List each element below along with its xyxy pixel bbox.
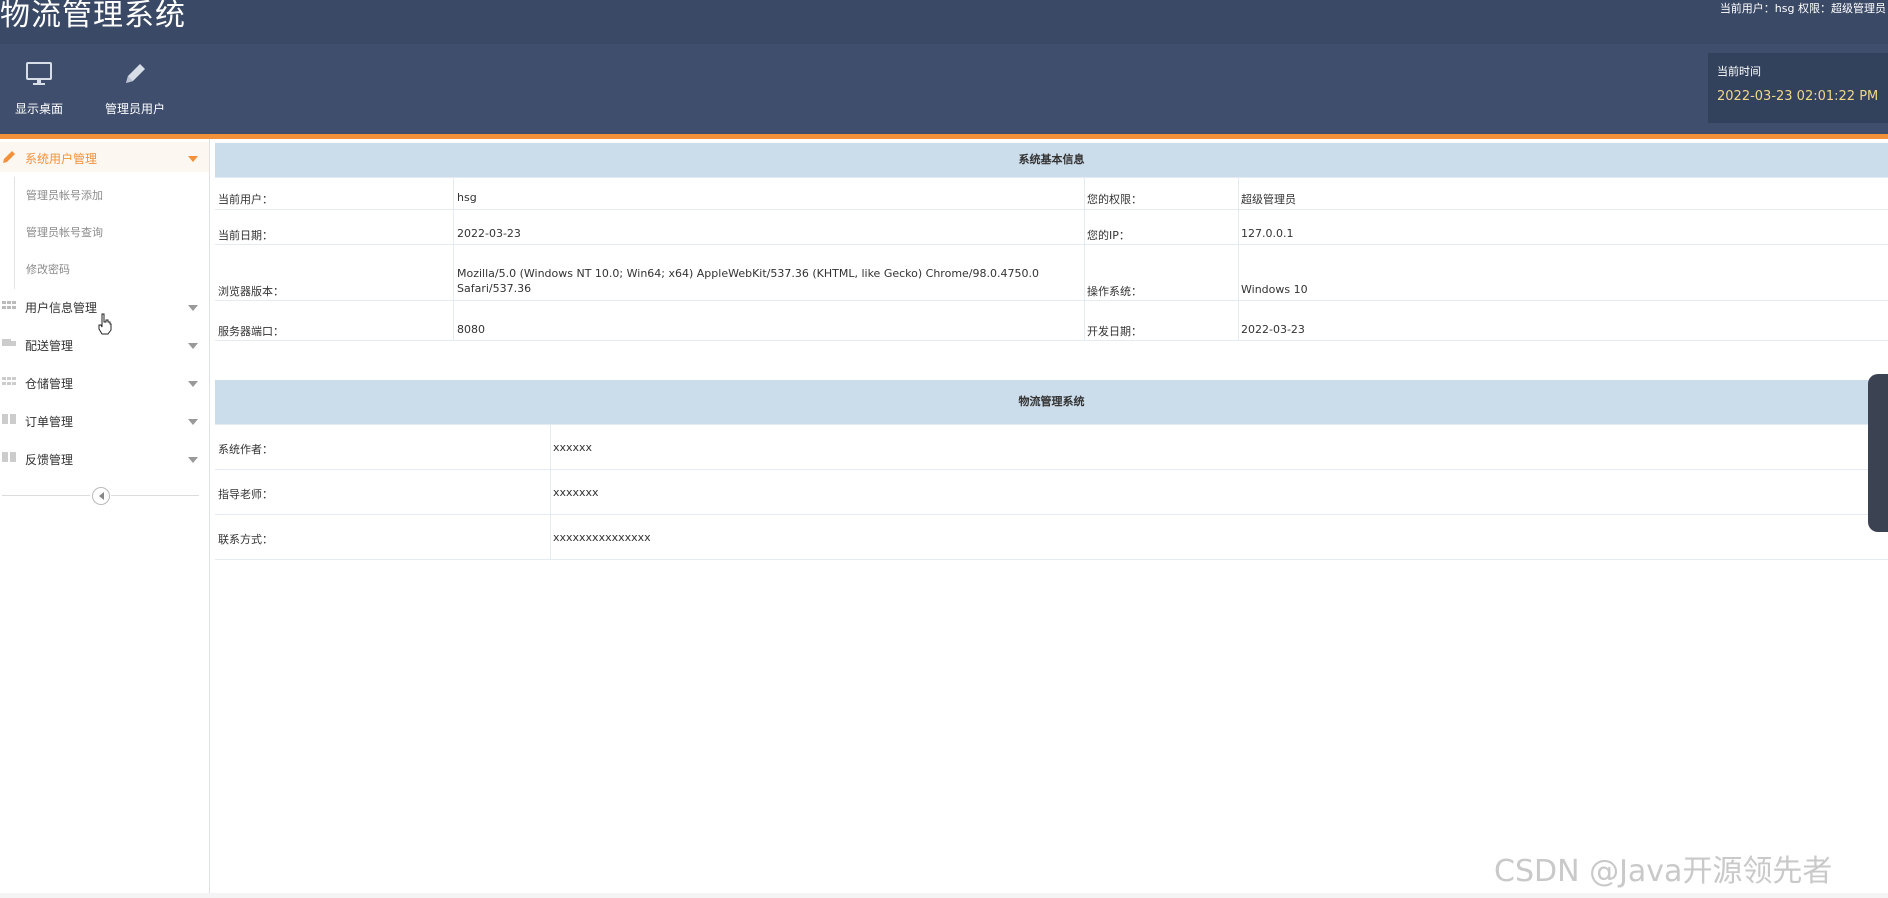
menu-label: 反馈管理 [25, 453, 74, 467]
submenu-admin-query[interactable]: 管理员帐号查询 [26, 224, 103, 240]
os-label: 操作系统： [1087, 285, 1142, 298]
hand-cursor-icon [98, 313, 112, 335]
menu-label: 用户信息管理 [25, 301, 98, 315]
menu-label: 配送管理 [25, 339, 74, 353]
current-user-value: hsg [457, 191, 477, 204]
contact-label: 联系方式： [218, 533, 273, 546]
col-divider [453, 177, 454, 340]
show-desktop-button[interactable]: 显示桌面 [0, 58, 84, 118]
collapse-sidebar-button[interactable] [92, 487, 110, 505]
row-divider [215, 340, 1888, 341]
truck-icon [2, 339, 16, 346]
contact-value: xxxxxxxxxxxxxxx [553, 531, 651, 544]
row-divider [215, 177, 1888, 178]
current-user-label: 当前用户： [218, 193, 273, 206]
watermark: CSDN @Java开源领先者 [1494, 854, 1833, 889]
submenu-change-password[interactable]: 修改密码 [26, 261, 70, 277]
col-divider [1084, 177, 1085, 340]
menu-label: 系统用户管理 [25, 152, 98, 166]
grid-icon [2, 377, 16, 385]
chevron-down-icon [188, 156, 198, 162]
menu-feedback[interactable]: 反馈管理 [0, 443, 209, 473]
chevron-down-icon [188, 305, 198, 311]
user-info: 当前用户：hsg 权限：超级管理员 [1719, 2, 1886, 15]
browser-label: 浏览器版本： [218, 285, 284, 298]
row-divider [215, 469, 1888, 470]
current-date-value: 2022-03-23 [457, 227, 521, 240]
floating-toolbar[interactable] [1868, 374, 1888, 532]
advisor-label: 指导老师： [218, 488, 273, 501]
server-port-value: 8080 [457, 323, 485, 336]
time-label: 当前时间 [1717, 65, 1761, 78]
browser-value-line1: Mozilla/5.0 (Windows NT 10.0; Win64; x64… [457, 267, 1039, 280]
about-panel: 物流管理系统 系统作者： xxxxxx 指导老师： xxxxxxx 联系方式： … [215, 380, 1888, 560]
advisor-value: xxxxxxx [553, 486, 599, 499]
admin-user-button[interactable]: 管理员用户 [90, 58, 180, 118]
grid-icon [2, 301, 16, 309]
pencil-icon [3, 151, 15, 163]
row-divider [215, 559, 1888, 560]
header-top [0, 0, 1888, 44]
os-value: Windows 10 [1241, 283, 1308, 296]
dev-date-value: 2022-03-23 [1241, 323, 1305, 336]
ip-value: 127.0.0.1 [1241, 227, 1294, 240]
row-divider [215, 300, 1888, 301]
permission-label: 您的权限： [1087, 193, 1142, 206]
menu-system-user[interactable]: 系统用户管理 [0, 142, 209, 172]
bottom-strip [0, 893, 1888, 898]
sidebar [0, 139, 210, 898]
menu-label: 订单管理 [25, 415, 74, 429]
author-value: xxxxxx [553, 441, 593, 454]
author-label: 系统作者： [218, 443, 273, 456]
time-value: 2022-03-23 02:01:22 PM [1717, 89, 1879, 104]
grid-icon [2, 414, 16, 424]
row-divider [215, 424, 1888, 425]
chevron-down-icon [188, 457, 198, 463]
pencil-icon [126, 64, 145, 83]
show-desktop-label: 显示桌面 [14, 102, 63, 116]
submenu-guide-line [14, 177, 15, 289]
system-info-title: 系统基本信息 [215, 143, 1888, 177]
dev-date-label: 开发日期： [1087, 325, 1142, 338]
chevron-down-icon [188, 381, 198, 387]
admin-user-label: 管理员用户 [104, 102, 165, 116]
chevron-down-icon [188, 343, 198, 349]
row-divider [215, 244, 1888, 245]
chevron-down-icon [188, 419, 198, 425]
current-time-panel: 当前时间 2022-03-23 02:01:22 PM [1708, 53, 1888, 123]
menu-orders[interactable]: 订单管理 [0, 405, 209, 435]
row-divider [215, 209, 1888, 210]
header-bar: 物流管理系统 当前用户：hsg 权限：超级管理员 显示桌面 管理员用户 当前时间… [0, 0, 1888, 134]
accent-bar [0, 134, 1888, 139]
col-divider [1238, 177, 1239, 340]
submenu-admin-add[interactable]: 管理员帐号添加 [26, 187, 103, 203]
divider [111, 495, 199, 496]
ip-label: 您的IP： [1087, 229, 1130, 242]
browser-value-line2: Safari/537.36 [457, 282, 532, 295]
monitor-icon [26, 62, 52, 85]
about-title: 物流管理系统 [215, 380, 1888, 424]
server-port-label: 服务器端口： [218, 325, 284, 338]
row-divider [215, 514, 1888, 515]
grid-icon [2, 452, 16, 462]
menu-warehouse[interactable]: 仓储管理 [0, 367, 209, 397]
system-info-panel: 系统基本信息 当前用户： hsg 您的权限： 超级管理员 当前日期： 2022-… [215, 143, 1888, 343]
menu-label: 仓储管理 [25, 377, 74, 391]
permission-value: 超级管理员 [1241, 193, 1296, 206]
col-divider [550, 424, 551, 559]
current-date-label: 当前日期： [218, 229, 273, 242]
divider [2, 495, 90, 496]
app-title: 物流管理系统 [0, 0, 186, 33]
